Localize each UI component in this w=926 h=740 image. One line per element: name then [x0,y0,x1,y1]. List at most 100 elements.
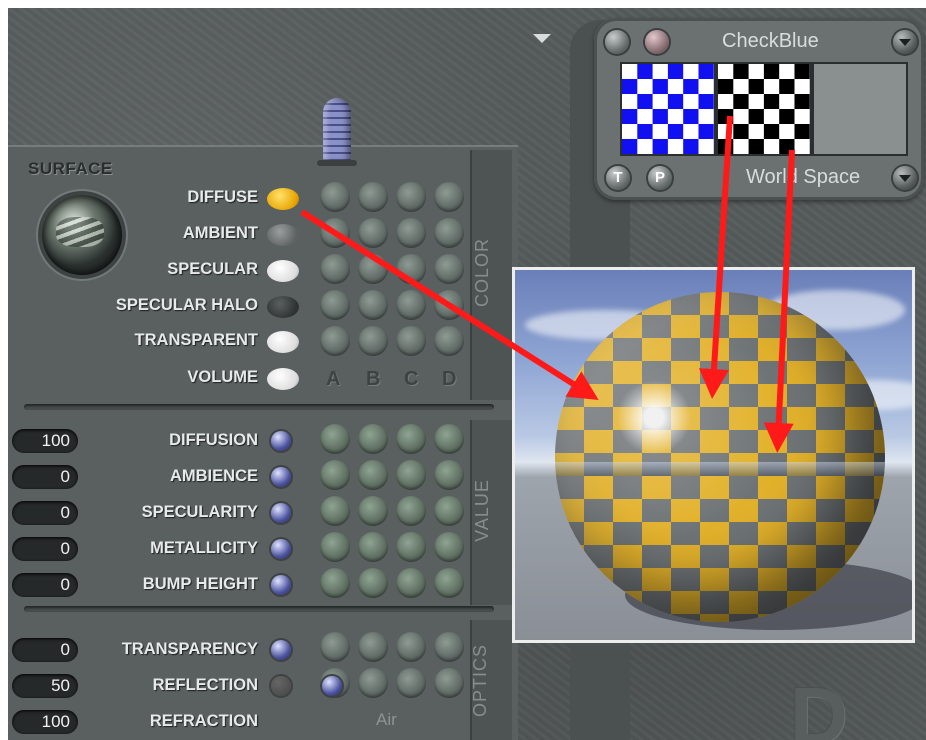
texture-t-button[interactable]: T [606,166,630,190]
top-edge [0,0,926,8]
texture-color-button[interactable] [645,30,669,54]
color-row-label: DIFFUSE [187,188,258,206]
reflection-value-field[interactable]: 50 [12,674,78,698]
section-divider [24,606,494,612]
optics-section-label: OPTICS [470,643,491,718]
channel-slot[interactable] [434,496,464,526]
refraction-medium-label[interactable]: Air [376,710,397,730]
volume-color-dot[interactable] [267,368,299,390]
channel-slot[interactable] [396,632,426,662]
channel-slot[interactable] [434,254,464,284]
channel-slot[interactable] [320,532,350,562]
channel-slot[interactable] [320,326,350,356]
channel-slot[interactable] [358,460,388,490]
channel-slot[interactable] [396,532,426,562]
value-section-label: VALUE [471,479,492,542]
menu-triangle-icon[interactable] [533,34,551,43]
specular-color-dot[interactable] [267,260,299,282]
value-row-label: BUMP HEIGHT [142,575,258,593]
texture-toggle-button[interactable] [605,30,629,54]
channel-slot[interactable] [396,254,426,284]
channel-slot[interactable] [434,424,464,454]
color-section-label: COLOR [472,237,493,308]
channel-slot[interactable] [396,460,426,490]
bump-height-value-field[interactable]: 0 [12,573,78,597]
panel-knob-handle[interactable] [323,98,351,162]
channel-b-label: B [366,368,381,390]
channel-slot[interactable] [434,290,464,320]
channel-slot[interactable] [434,668,464,698]
diffusion-value-field[interactable]: 100 [12,429,78,453]
specular-halo-color-dot[interactable] [267,296,299,318]
value-row-label: METALLICITY [150,539,258,557]
channel-slot[interactable] [396,218,426,248]
ambience-channel-button[interactable] [271,467,291,487]
value-row-label: DIFFUSION [169,431,258,449]
channel-slot[interactable] [320,496,350,526]
metallicity-value-field[interactable]: 0 [12,537,78,561]
texture-name: CheckBlue [722,30,819,52]
diffuse-color-dot[interactable] [267,188,299,210]
channel-slot[interactable] [434,460,464,490]
texture-swatch-black-checker[interactable] [716,62,812,156]
channel-slot[interactable] [320,632,350,662]
channel-slot[interactable] [358,218,388,248]
channel-slot[interactable] [320,424,350,454]
channel-slot[interactable] [320,460,350,490]
channel-slot[interactable] [358,632,388,662]
channel-slot[interactable] [396,568,426,598]
channel-slot[interactable] [434,568,464,598]
channel-slot[interactable] [434,182,464,212]
channel-slot[interactable] [358,290,388,320]
transparency-value-field[interactable]: 0 [12,638,78,662]
channel-slot[interactable] [358,568,388,598]
surface-tab-label[interactable]: SURFACE [28,159,113,179]
channel-slot[interactable] [396,424,426,454]
metallicity-channel-button[interactable] [271,539,291,559]
channel-slot[interactable] [320,290,350,320]
texture-p-button[interactable]: P [648,166,672,190]
transparent-color-dot[interactable] [267,331,299,353]
texture-mapping-space[interactable]: World Space [746,166,860,189]
channel-slot[interactable] [358,496,388,526]
channel-slot[interactable] [358,326,388,356]
channel-slot[interactable] [320,254,350,284]
reflection-channel-button[interactable] [271,676,291,696]
ambient-color-dot[interactable] [267,224,299,246]
channel-slot[interactable] [320,218,350,248]
channel-slot[interactable] [434,632,464,662]
ambience-value-field[interactable]: 0 [12,465,78,489]
reflection-channel-a-button[interactable] [322,676,342,696]
channel-slot[interactable] [396,496,426,526]
texture-swatch-blue-checker[interactable] [620,62,716,156]
channel-slot[interactable] [396,290,426,320]
specularity-channel-button[interactable] [271,503,291,523]
section-divider [24,404,494,410]
mapping-dropdown-chevron-icon[interactable] [893,166,917,190]
surface-editor: D SURFACE COLOR VALUE OPTICS DIFFUSE AMB… [0,0,926,740]
render-preview [515,270,912,640]
optics-row-label: REFRACTION [149,712,258,730]
channel-slot[interactable] [396,182,426,212]
texture-dropdown-chevron-icon[interactable] [893,30,917,54]
channel-slot[interactable] [358,532,388,562]
channel-slot[interactable] [320,182,350,212]
bump-height-channel-button[interactable] [271,575,291,595]
channel-slot[interactable] [358,182,388,212]
texture-swatch-grey[interactable] [812,62,908,156]
channel-slot[interactable] [358,254,388,284]
refraction-value-field[interactable]: 100 [12,710,78,734]
channel-slot[interactable] [396,668,426,698]
channel-slot[interactable] [358,424,388,454]
channel-slot[interactable] [434,218,464,248]
checkered-sphere [555,292,885,622]
channel-slot[interactable] [320,568,350,598]
channel-slot[interactable] [434,532,464,562]
transparency-channel-button[interactable] [271,640,291,660]
diffusion-channel-button[interactable] [271,431,291,451]
channel-slot[interactable] [434,326,464,356]
channel-slot[interactable] [358,668,388,698]
specularity-value-field[interactable]: 0 [12,501,78,525]
left-edge [0,0,8,740]
channel-slot[interactable] [396,326,426,356]
